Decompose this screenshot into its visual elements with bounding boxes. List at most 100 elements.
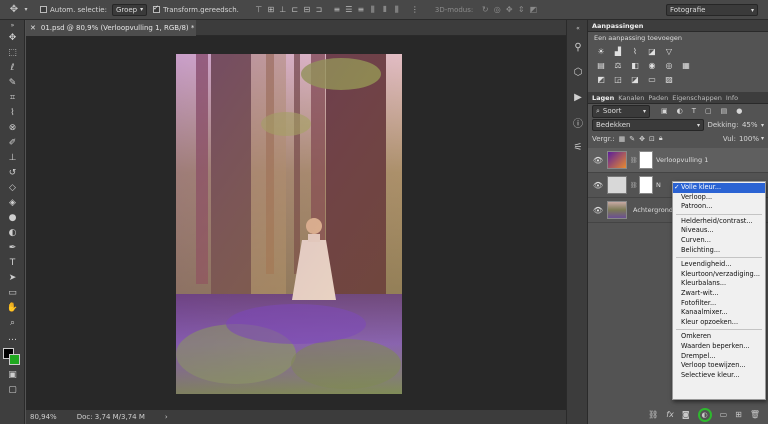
background-color-swatch[interactable]	[9, 354, 20, 365]
new-group-icon[interactable]: ▭	[720, 410, 728, 419]
layer-mask-thumbnail[interactable]	[639, 176, 653, 194]
trash-icon[interactable]: 🗑︎	[750, 410, 760, 419]
menu-item-solid-color[interactable]: ✓ Volle kleur...	[673, 183, 765, 193]
type-tool-icon[interactable]: T	[0, 255, 25, 270]
chevron-down-icon[interactable]: ▾	[761, 135, 764, 142]
crop-tool-icon[interactable]: ⌗	[0, 90, 25, 105]
tab-layers[interactable]: Lagen	[592, 94, 614, 102]
transform-checkbox[interactable]: Transform.gereedsch.	[153, 4, 239, 14]
menu-item-levels[interactable]: Niveaus...	[673, 226, 765, 236]
align-top-icon[interactable]: ⊤	[253, 5, 265, 15]
lock-transparent-icon[interactable]: ▦	[619, 135, 626, 143]
filter-shape-icon[interactable]: ▢	[705, 107, 712, 115]
layer-name[interactable]: Achtergrond	[633, 206, 673, 214]
panel-collapse-icon[interactable]: »	[0, 20, 25, 30]
healing-tool-icon[interactable]: ⊗	[0, 120, 25, 135]
lock-artboard-icon[interactable]: ⊡	[649, 135, 655, 143]
filter-pixel-icon[interactable]: ▣	[661, 107, 668, 115]
hue-saturation-icon[interactable]: ▤	[594, 61, 608, 71]
align-right-icon[interactable]: ⊐	[313, 5, 325, 15]
align-hcenter-icon[interactable]: ⊟	[301, 5, 313, 15]
transform-check[interactable]	[153, 4, 161, 13]
add-mask-icon[interactable]: ◙	[682, 410, 690, 419]
eye-icon[interactable]: 👁︎	[592, 206, 604, 215]
layer-filter-dropdown[interactable]: ⌕ Soort ▾	[592, 104, 650, 118]
canvas-photo[interactable]	[176, 54, 402, 394]
lock-position-icon[interactable]: ✥	[639, 135, 645, 143]
3d-roll-icon[interactable]: ◎	[491, 5, 503, 14]
eraser-tool-icon[interactable]: ◇	[0, 180, 25, 195]
new-layer-icon[interactable]: ⊞	[735, 410, 742, 419]
filter-smart-icon[interactable]: ▤	[721, 107, 728, 115]
lock-all-icon[interactable]: 🔒︎	[659, 134, 663, 143]
3d-panel-icon[interactable]: ⬡	[567, 61, 589, 83]
menu-item-vibrance[interactable]: Levendigheid...	[673, 260, 765, 270]
tab-properties[interactable]: Eigenschappen	[672, 94, 722, 102]
blend-mode-dropdown[interactable]: Bedekken ▾	[592, 119, 704, 131]
tab-info[interactable]: Info	[726, 94, 738, 102]
menu-item-exposure[interactable]: Belichting...	[673, 246, 765, 256]
3d-scale-icon[interactable]: ◩	[527, 5, 539, 14]
3d-slide-icon[interactable]: ⇕	[515, 5, 527, 14]
new-adjustment-layer-button[interactable]: ◐	[697, 407, 712, 422]
zoom-tool-icon[interactable]: ⌕	[0, 315, 25, 330]
align-bottom-icon[interactable]: ⊥	[277, 5, 289, 15]
canvas-area[interactable]	[26, 36, 566, 410]
paint-bucket-tool-icon[interactable]: ◈	[0, 195, 25, 210]
levels-icon[interactable]: ▟	[611, 47, 625, 57]
move-tool-icon[interactable]: ✥	[0, 30, 25, 45]
workspace-dropdown[interactable]: Fotografie ▾	[666, 4, 758, 16]
adjustments-tab[interactable]: Aanpassingen	[592, 22, 643, 30]
close-tab-icon[interactable]: ✕	[30, 24, 36, 32]
panel-collapse-icon[interactable]: «	[567, 23, 589, 33]
chevron-down-icon[interactable]: ▾	[22, 6, 30, 13]
move-tool-icon[interactable]: ✥	[6, 4, 22, 15]
distribute-left-icon[interactable]: ⫼	[367, 5, 379, 15]
exposure-icon[interactable]: ◪	[645, 47, 659, 57]
menu-item-posterize[interactable]: Waarden beperken...	[673, 342, 765, 352]
menu-item-channel-mixer[interactable]: Kanaalmixer...	[673, 308, 765, 318]
eyedropper-tool-icon[interactable]: ⌇	[0, 105, 25, 120]
photo-filter-icon[interactable]: ◉	[645, 61, 659, 71]
selective-color-icon[interactable]: ▨	[662, 75, 676, 85]
layer-name[interactable]: N	[656, 181, 661, 189]
invert-icon[interactable]: ◩	[594, 75, 608, 85]
marquee-tool-icon[interactable]: ⬚	[0, 45, 25, 60]
curves-icon[interactable]: ⌇	[628, 47, 642, 57]
lasso-tool-icon[interactable]: ℓ	[0, 60, 25, 75]
layer-name[interactable]: Verloopvulling 1	[656, 156, 708, 164]
auto-select-dropdown[interactable]: Groep ▾	[111, 3, 148, 16]
filter-adjustment-icon[interactable]: ◐	[677, 107, 683, 115]
align-left-icon[interactable]: ⊏	[289, 5, 301, 15]
distribute-hcenter-icon[interactable]: ⦀	[379, 5, 391, 15]
stamp-tool-icon[interactable]: ⊥	[0, 150, 25, 165]
zoom-readout[interactable]: 80,94%	[30, 413, 57, 421]
lock-image-icon[interactable]: ✎	[629, 135, 635, 143]
screen-mode-icon[interactable]: ▢	[0, 382, 25, 397]
history-brush-tool-icon[interactable]: ↺	[0, 165, 25, 180]
auto-select-check[interactable]	[40, 6, 47, 13]
chevron-right-icon[interactable]: ›	[165, 413, 168, 421]
black-white-icon[interactable]: ◧	[628, 61, 642, 71]
menu-item-curves[interactable]: Curven...	[673, 236, 765, 246]
play-actions-icon[interactable]: ▶	[567, 86, 589, 108]
menu-item-threshold[interactable]: Drempel...	[673, 352, 765, 362]
distribute-vcenter-icon[interactable]: ☰	[343, 5, 355, 15]
menu-item-gradient-map[interactable]: Verloop toewijzen...	[673, 361, 765, 371]
menu-item-hue-saturation[interactable]: Kleurtoon/verzadiging...	[673, 270, 765, 280]
opacity-value[interactable]: 45%	[742, 121, 758, 129]
filter-type-icon[interactable]: T	[692, 107, 696, 115]
tab-channels[interactable]: Kanalen	[618, 94, 644, 102]
distribute-right-icon[interactable]: ⫼	[391, 5, 403, 15]
rectangle-tool-icon[interactable]: ▭	[0, 285, 25, 300]
color-lookup-icon[interactable]: ▦	[679, 61, 693, 71]
posterize-icon[interactable]: ◲	[611, 75, 625, 85]
menu-item-gradient[interactable]: Verloop...	[673, 193, 765, 203]
gradient-map-icon[interactable]: ▭	[645, 75, 659, 85]
distribute-bottom-icon[interactable]: ≡	[355, 5, 367, 15]
distribute-top-icon[interactable]: ≡	[331, 5, 343, 15]
layer-row[interactable]: 👁︎ ⛓︎ Verloopvulling 1	[588, 148, 768, 173]
quick-mask-icon[interactable]: ▣	[0, 367, 25, 382]
brush-tool-icon[interactable]: ✐	[0, 135, 25, 150]
eye-icon[interactable]: 👁︎	[592, 156, 604, 165]
